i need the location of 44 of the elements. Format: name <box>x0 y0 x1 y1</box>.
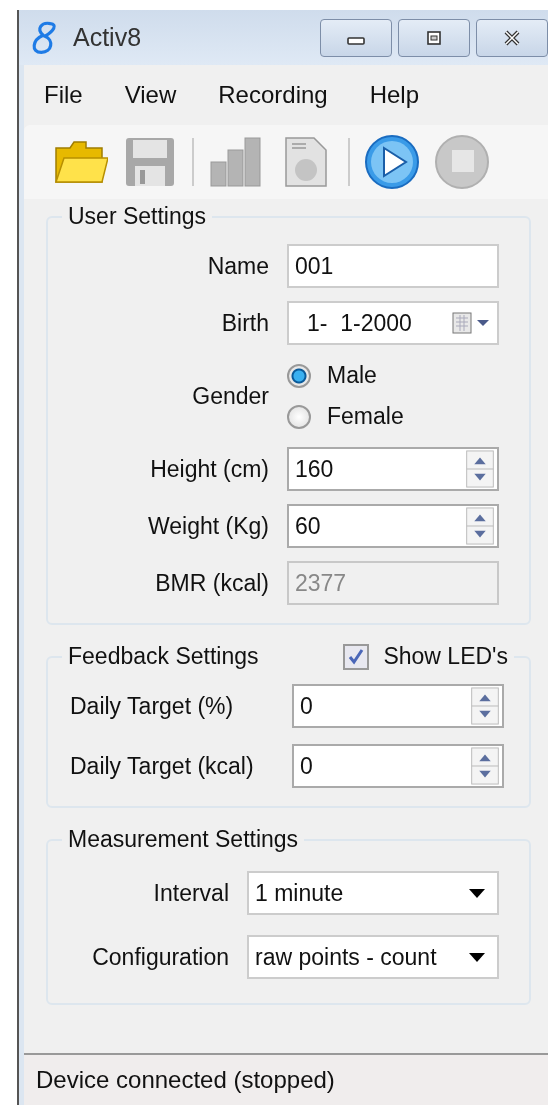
number-field[interactable]: 160 <box>287 447 499 491</box>
menu-item[interactable]: Recording <box>218 81 328 109</box>
spinner-arrows-icon[interactable] <box>470 687 500 725</box>
number-field[interactable]: 0 <box>292 684 504 728</box>
checkbox[interactable] <box>343 643 370 670</box>
field-label: Daily Target (%) <box>69 692 235 720</box>
spinner-arrows-icon[interactable] <box>465 507 495 545</box>
menu-item[interactable]: Help <box>369 81 420 109</box>
dropdown[interactable]: raw points - count <box>247 935 499 979</box>
text-field[interactable]: 001 <box>287 244 499 288</box>
date-picker[interactable]: 1- 1-2000 <box>287 301 499 345</box>
field-label: Interval <box>152 879 230 907</box>
radio-button[interactable] <box>287 363 311 388</box>
calendar-icon <box>451 311 491 335</box>
minimize-icon <box>347 36 365 45</box>
field-label: Configuration <box>91 943 230 971</box>
radio-label[interactable]: Male <box>327 362 377 389</box>
menu-item[interactable]: File <box>44 81 83 109</box>
dropdown[interactable]: 1 minute <box>247 871 499 915</box>
number-field[interactable]: 0 <box>292 744 504 788</box>
field-label: Name <box>206 252 270 280</box>
status-text: Device connected (stopped) <box>36 1066 335 1094</box>
group-title: Feedback Settings <box>68 643 259 670</box>
restore-button[interactable] <box>398 18 470 57</box>
spinner-arrows-icon[interactable] <box>470 747 500 785</box>
field-label: Weight (Kg) <box>147 512 270 540</box>
menu-item[interactable]: View <box>124 81 177 109</box>
caret-icon <box>469 952 485 962</box>
caret-icon <box>469 888 485 898</box>
radio-button[interactable] <box>287 404 311 429</box>
play-icon[interactable] <box>364 134 420 190</box>
field-label: Birth <box>220 309 270 337</box>
group-title: User Settings <box>68 203 207 230</box>
field-label: Gender <box>191 382 270 410</box>
window-title: Activ8 <box>73 23 142 52</box>
field-label: Daily Target (kcal) <box>69 752 255 780</box>
field-label: BMR (kcal) <box>154 569 270 597</box>
close-button[interactable] <box>476 18 548 57</box>
minimize-button[interactable] <box>320 18 392 57</box>
field-label: Height (cm) <box>149 455 270 483</box>
spinner-arrows-icon[interactable] <box>465 450 495 488</box>
number-field[interactable]: 60 <box>287 504 499 548</box>
group-title: Measurement Settings <box>68 826 299 853</box>
radio-label[interactable]: Female <box>327 403 404 430</box>
